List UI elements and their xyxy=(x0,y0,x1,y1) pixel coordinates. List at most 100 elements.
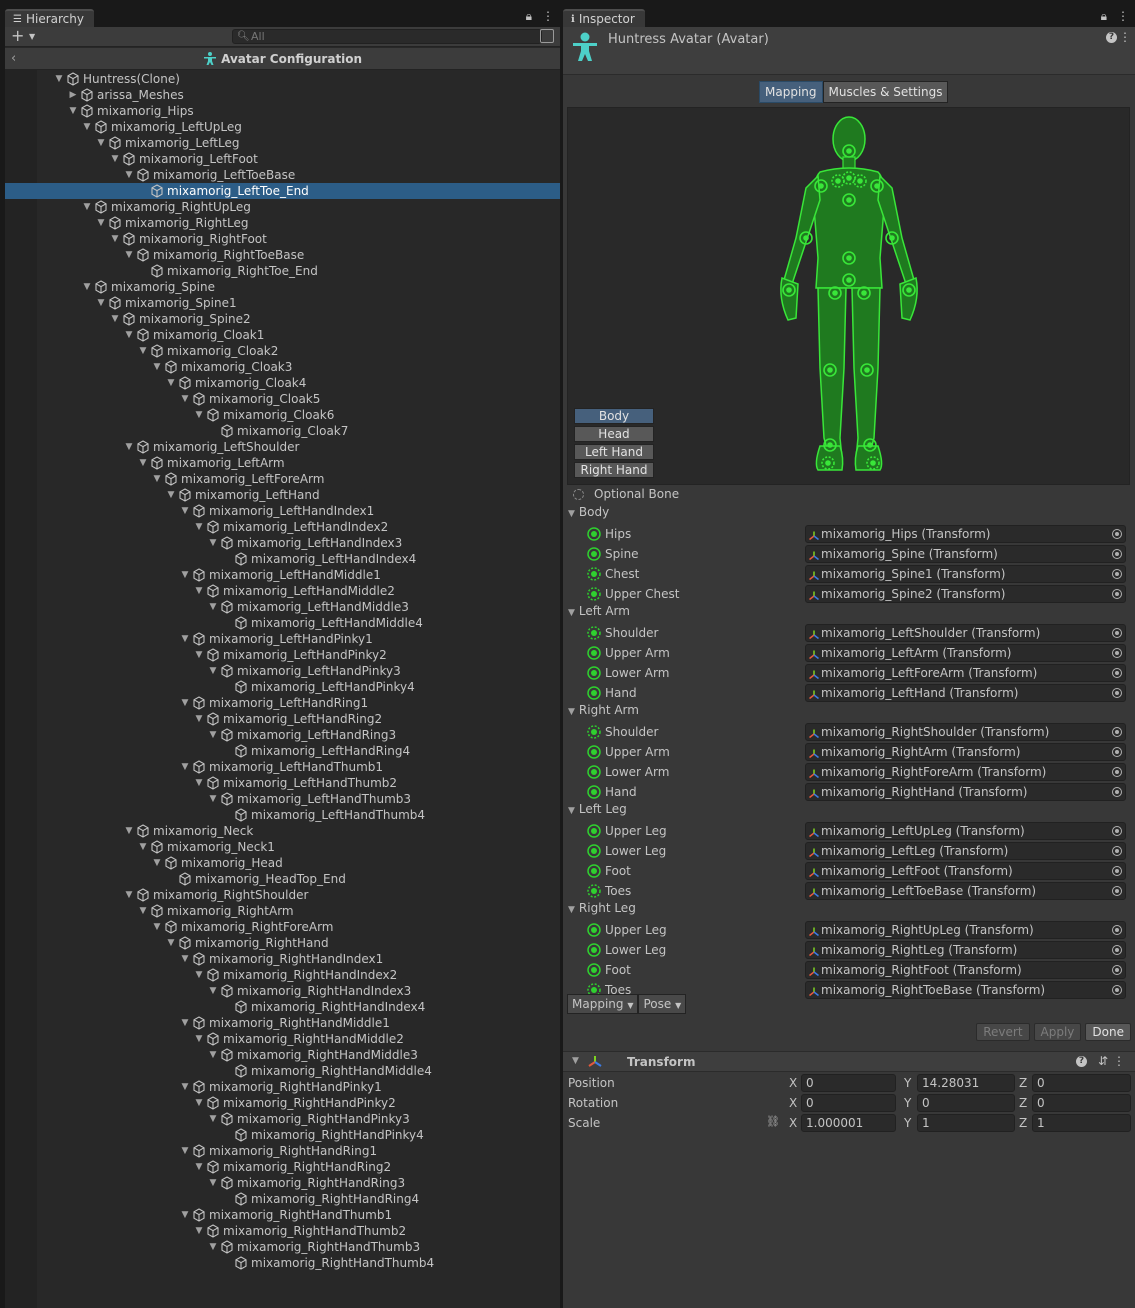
hierarchy-row[interactable]: ▼ mixamorig_Cloak4 xyxy=(5,375,560,391)
hierarchy-row[interactable]: ▼ mixamorig_LeftArm xyxy=(5,455,560,471)
hierarchy-row[interactable]: ▼ mixamorig_Cloak2 xyxy=(5,343,560,359)
fold-open-icon[interactable]: ▼ xyxy=(165,375,177,391)
hierarchy-row[interactable]: ▼ mixamorig_LeftHandMiddle3 xyxy=(5,599,560,615)
optional-bone-icon[interactable] xyxy=(587,884,601,898)
fold-open-icon[interactable]: ▼ xyxy=(179,631,191,647)
fold-open-icon[interactable]: ▼ xyxy=(151,359,163,375)
hierarchy-row[interactable]: ▼ mixamorig_Head xyxy=(5,855,560,871)
hierarchy-row[interactable]: ▼ mixamorig_RightHandThumb2 xyxy=(5,1223,560,1239)
hierarchy-row[interactable]: ▼ mixamorig_RightToeBase xyxy=(5,247,560,263)
object-picker-icon[interactable] xyxy=(1112,985,1122,995)
axis-x-label[interactable]: X xyxy=(789,1116,797,1130)
optional-bone-icon[interactable] xyxy=(587,626,601,640)
bone-transform-field[interactable]: mixamorig_LeftArm (Transform) xyxy=(805,644,1126,662)
fold-open-icon[interactable]: ▼ xyxy=(179,1207,191,1223)
hierarchy-row[interactable]: ▼ mixamorig_LeftHandPinky2 xyxy=(5,647,560,663)
scale-z-field[interactable]: 1 xyxy=(1032,1114,1131,1132)
bone-transform-field[interactable]: mixamorig_Spine (Transform) xyxy=(805,545,1126,563)
hierarchy-row[interactable]: ▼ mixamorig_LeftHand xyxy=(5,487,560,503)
fold-open-icon[interactable]: ▼ xyxy=(95,135,107,151)
hierarchy-row[interactable]: ▼ mixamorig_RightHandPinky3 xyxy=(5,1111,560,1127)
bone-icon[interactable] xyxy=(587,547,601,561)
bone-transform-field[interactable]: mixamorig_RightUpLeg (Transform) xyxy=(805,921,1126,939)
hierarchy-row[interactable]: mixamorig_RightToe_End xyxy=(5,263,560,279)
region-left-hand-button[interactable]: Left Hand xyxy=(574,444,654,460)
hierarchy-row[interactable]: ▼ mixamorig_Spine1 xyxy=(5,295,560,311)
position-y-field[interactable]: 14.28031 xyxy=(917,1074,1015,1092)
hierarchy-row[interactable]: ▼ mixamorig_LeftHandIndex3 xyxy=(5,535,560,551)
pose-dropdown[interactable]: Pose ▼ xyxy=(638,994,687,1014)
bone-icon[interactable] xyxy=(587,666,601,680)
hierarchy-row[interactable]: ▼ mixamorig_RightFoot xyxy=(5,231,560,247)
bone-group-header[interactable]: ▼ Left Leg xyxy=(563,802,1135,822)
hierarchy-row[interactable]: ▼ mixamorig_RightHandRing3 xyxy=(5,1175,560,1191)
fold-open-icon[interactable]: ▼ xyxy=(137,839,149,855)
fold-open-icon[interactable]: ▼ xyxy=(193,407,205,423)
hierarchy-row[interactable]: ▼ mixamorig_RightForeArm xyxy=(5,919,560,935)
bone-transform-field[interactable]: mixamorig_LeftUpLeg (Transform) xyxy=(805,822,1126,840)
fold-open-icon[interactable]: ▼ xyxy=(67,103,79,119)
hierarchy-row[interactable]: ▼ mixamorig_RightHandThumb3 xyxy=(5,1239,560,1255)
hierarchy-row[interactable]: ▼ mixamorig_RightUpLeg xyxy=(5,199,560,215)
rotation-z-field[interactable]: 0 xyxy=(1032,1094,1131,1112)
fold-open-icon[interactable]: ▼ xyxy=(207,983,219,999)
hierarchy-row[interactable]: ▼ mixamorig_RightHandRing2 xyxy=(5,1159,560,1175)
hierarchy-row[interactable]: ▼ mixamorig_LeftHandMiddle2 xyxy=(5,583,560,599)
axis-z-label[interactable]: Z xyxy=(1019,1096,1027,1110)
axis-y-label[interactable]: Y xyxy=(904,1076,911,1090)
hierarchy-row[interactable]: ▼ mixamorig_Neck xyxy=(5,823,560,839)
hierarchy-row[interactable]: ▼ mixamorig_RightHandMiddle2 xyxy=(5,1031,560,1047)
fold-open-icon[interactable]: ▼ xyxy=(165,935,177,951)
hierarchy-row[interactable]: ▼ mixamorig_LeftShoulder xyxy=(5,439,560,455)
hierarchy-row[interactable]: mixamorig_LeftToe_End xyxy=(5,183,560,199)
fold-open-icon[interactable]: ▼ xyxy=(193,519,205,535)
bone-transform-field[interactable]: mixamorig_RightLeg (Transform) xyxy=(805,941,1126,959)
bone-icon[interactable] xyxy=(587,765,601,779)
object-picker-icon[interactable] xyxy=(1112,549,1122,559)
hierarchy-row[interactable]: ▶ arissa_Meshes xyxy=(5,87,560,103)
chevron-down-icon[interactable]: ▼ xyxy=(572,1056,579,1066)
hierarchy-row[interactable]: mixamorig_Cloak7 xyxy=(5,423,560,439)
hierarchy-row[interactable]: mixamorig_RightHandIndex4 xyxy=(5,999,560,1015)
fold-open-icon[interactable]: ▼ xyxy=(193,647,205,663)
fold-open-icon[interactable]: ▼ xyxy=(193,1159,205,1175)
hierarchy-row[interactable]: ▼ mixamorig_RightShoulder xyxy=(5,887,560,903)
bone-icon[interactable] xyxy=(587,527,601,541)
hierarchy-row[interactable]: mixamorig_LeftHandPinky4 xyxy=(5,679,560,695)
fold-open-icon[interactable]: ▼ xyxy=(179,1143,191,1159)
hierarchy-row[interactable]: mixamorig_LeftHandMiddle4 xyxy=(5,615,560,631)
bone-group-header[interactable]: ▼ Body xyxy=(563,505,1135,525)
bone-transform-field[interactable]: mixamorig_Spine2 (Transform) xyxy=(805,585,1126,603)
bone-transform-field[interactable]: mixamorig_Hips (Transform) xyxy=(805,525,1126,543)
fold-open-icon[interactable]: ▼ xyxy=(193,1031,205,1047)
scale-y-field[interactable]: 1 xyxy=(917,1114,1015,1132)
fold-open-icon[interactable]: ▼ xyxy=(123,167,135,183)
hierarchy-row[interactable]: ▼ mixamorig_RightHandIndex1 xyxy=(5,951,560,967)
fold-open-icon[interactable]: ▼ xyxy=(207,791,219,807)
bone-transform-field[interactable]: mixamorig_RightHand (Transform) xyxy=(805,783,1126,801)
bone-group-header[interactable]: ▼ Right Arm xyxy=(563,703,1135,723)
create-button[interactable]: + xyxy=(11,28,24,44)
hierarchy-row[interactable]: ▼ mixamorig_LeftHandThumb1 xyxy=(5,759,560,775)
hierarchy-row[interactable]: ▼ mixamorig_Hips xyxy=(5,103,560,119)
hierarchy-row[interactable]: ▼ mixamorig_LeftHandPinky3 xyxy=(5,663,560,679)
tab-mapping[interactable]: Mapping xyxy=(759,81,823,103)
fold-open-icon[interactable]: ▼ xyxy=(123,327,135,343)
fold-open-icon[interactable]: ▼ xyxy=(179,503,191,519)
fold-open-icon[interactable]: ▼ xyxy=(53,71,65,87)
fold-open-icon[interactable]: ▼ xyxy=(151,471,163,487)
fold-open-icon[interactable]: ▼ xyxy=(123,887,135,903)
object-picker-icon[interactable] xyxy=(1112,886,1122,896)
fold-open-icon[interactable]: ▼ xyxy=(179,1015,191,1031)
constrain-proportions-icon[interactable]: ⛓ xyxy=(766,1115,780,1128)
fold-open-icon[interactable]: ▼ xyxy=(179,1079,191,1095)
bone-icon[interactable] xyxy=(587,646,601,660)
hierarchy-row[interactable]: ▼ mixamorig_RightHandRing1 xyxy=(5,1143,560,1159)
object-picker-icon[interactable] xyxy=(1112,787,1122,797)
fold-open-icon[interactable]: ▼ xyxy=(207,1111,219,1127)
fold-open-icon[interactable]: ▼ xyxy=(193,711,205,727)
preset-icon[interactable]: ⇵ xyxy=(1098,1054,1108,1068)
hierarchy-row[interactable]: ▼ mixamorig_LeftUpLeg xyxy=(5,119,560,135)
hierarchy-row[interactable]: ▼ mixamorig_Cloak5 xyxy=(5,391,560,407)
fold-open-icon[interactable]: ▼ xyxy=(95,295,107,311)
